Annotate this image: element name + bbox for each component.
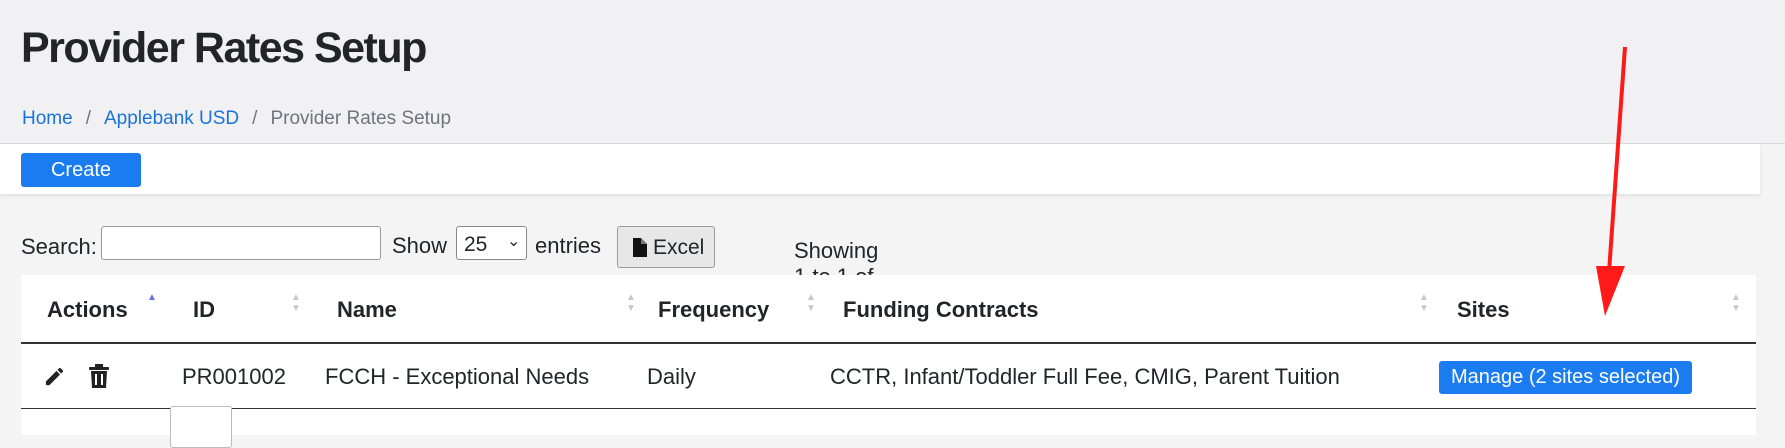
column-header-id[interactable]: ID xyxy=(193,297,215,323)
column-header-funding-contracts[interactable]: Funding Contracts xyxy=(843,297,1039,323)
column-header-frequency[interactable]: Frequency xyxy=(658,297,769,323)
pagination-button[interactable] xyxy=(170,406,232,448)
entries-label: entries xyxy=(535,233,602,258)
sort-arrows-icon: ▲ ▼ xyxy=(1731,292,1741,314)
sort-arrows-icon: ▲ ▼ xyxy=(1419,292,1429,314)
breadcrumb-district[interactable]: Applebank USD xyxy=(104,108,239,129)
pencil-icon[interactable] xyxy=(43,365,66,388)
breadcrumb-current: Provider Rates Setup xyxy=(270,108,452,129)
breadcrumb-separator: / xyxy=(252,108,258,129)
search-label: Search: xyxy=(21,234,97,259)
sort-arrows-icon: ▲ ▼ xyxy=(291,292,301,314)
row-funding-contracts: CCTR, Infant/Toddler Full Fee, CMIG, Par… xyxy=(830,364,1340,389)
search-input[interactable] xyxy=(101,226,381,260)
table-header: Actions ▲ ID ▲ ▼ Name ▲ ▼ Frequency ▲ ▼ Fun… xyxy=(21,275,1756,344)
sort-arrows-icon: ▲ ▼ xyxy=(626,292,636,314)
excel-button-label: Excel xyxy=(653,236,705,259)
page-header: Provider Rates Setup Home / Applebank USD /… xyxy=(0,0,1785,144)
action-toolbar: Create xyxy=(0,144,1760,194)
manage-sites-button[interactable]: Manage (2 sites selected) xyxy=(1439,361,1692,394)
chevron-down-icon: ⌄ xyxy=(507,233,521,250)
entries-select-value: 25 xyxy=(464,233,488,256)
excel-export-button[interactable]: Excel xyxy=(617,226,715,268)
row-name: FCCH - Exceptional Needs xyxy=(325,364,590,389)
page-title: Provider Rates Setup xyxy=(21,24,427,72)
row-frequency: Daily xyxy=(647,364,696,389)
entries-select[interactable]: 25 ⌄ xyxy=(456,226,527,260)
breadcrumb-separator: / xyxy=(85,108,91,129)
breadcrumb: Home / Applebank USD / Provider Rates Setup xyxy=(22,108,451,130)
sort-arrows-icon: ▲ ▼ xyxy=(806,292,816,314)
sort-arrows-icon: ▲ xyxy=(147,292,157,303)
create-button[interactable]: Create xyxy=(21,153,141,187)
show-label: Show xyxy=(392,233,448,258)
table-row: PR001002 FCCH - Exceptional Needs Daily … xyxy=(21,343,1756,409)
column-header-name[interactable]: Name xyxy=(337,297,397,323)
column-header-actions[interactable]: Actions xyxy=(47,297,128,323)
breadcrumb-home[interactable]: Home xyxy=(22,108,73,129)
column-header-sites[interactable]: Sites xyxy=(1457,297,1510,323)
rates-table: Actions ▲ ID ▲ ▼ Name ▲ ▼ Frequency ▲ ▼ Fun… xyxy=(21,275,1756,435)
file-icon xyxy=(633,238,647,257)
trash-icon[interactable] xyxy=(88,364,110,389)
row-id: PR001002 xyxy=(182,364,286,389)
